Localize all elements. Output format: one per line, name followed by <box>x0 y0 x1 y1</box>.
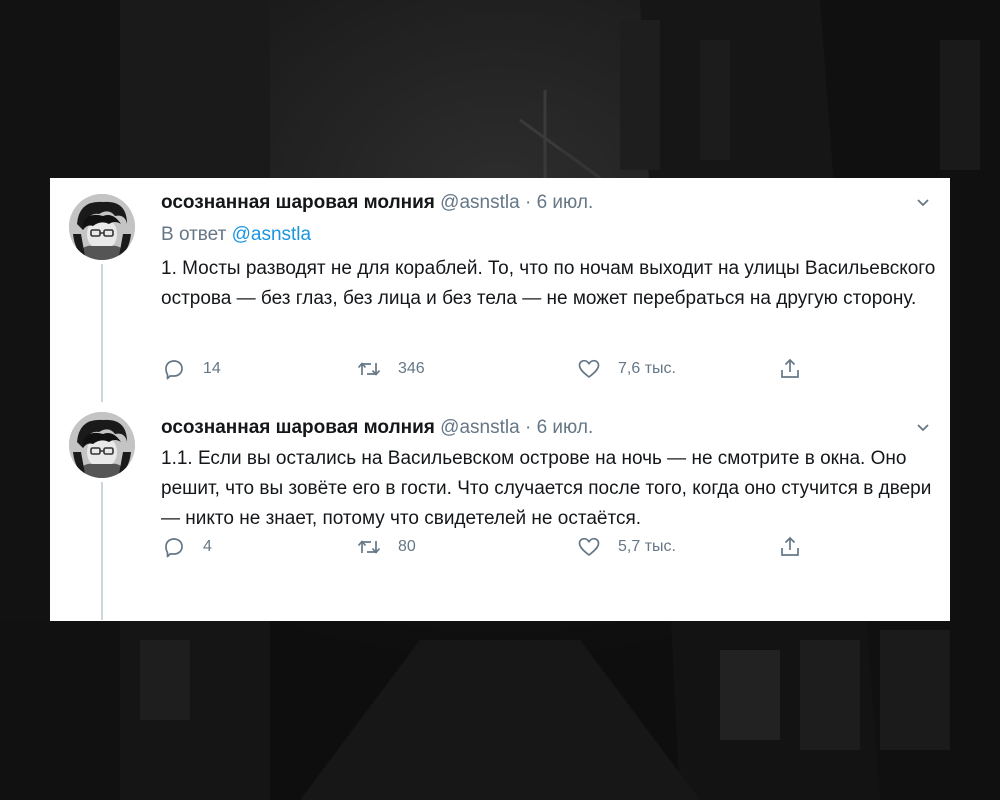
like-count: 5,7 тыс. <box>618 538 676 555</box>
tweet-header: осознанная шаровая молния @asnstla · 6 и… <box>161 190 921 216</box>
like-count: 7,6 тыс. <box>618 360 676 377</box>
share-icon <box>781 536 799 556</box>
tweet-header: осознанная шаровая молния @asnstla · 6 и… <box>161 415 921 441</box>
retweet-count: 80 <box>398 538 416 555</box>
separator: · <box>524 192 532 213</box>
retweet-icon <box>357 362 381 376</box>
heart-icon <box>578 537 600 556</box>
heart-icon <box>578 359 600 378</box>
tweet[interactable]: осознанная шаровая молния @asnstla · 6 и… <box>50 400 950 621</box>
tweet-actions: 4 80 5,7 тыс. <box>161 532 821 562</box>
reply-count: 4 <box>203 538 212 555</box>
share-button[interactable] <box>777 354 819 384</box>
author-name[interactable]: осознанная шаровая молния <box>161 417 435 438</box>
reply-button[interactable]: 14 <box>161 354 221 384</box>
separator: · <box>524 417 532 438</box>
share-button[interactable] <box>777 532 819 562</box>
retweet-count: 346 <box>398 360 425 377</box>
retweet-icon <box>357 540 381 554</box>
reply-icon <box>165 360 183 380</box>
reply-icon <box>165 538 183 558</box>
reply-context: В ответ @asnstla <box>161 222 311 248</box>
avatar-image <box>69 194 135 260</box>
avatar-image <box>69 412 135 478</box>
reply-mention-link[interactable]: @asnstla <box>232 224 312 245</box>
tweet-date[interactable]: 6 июл. <box>537 192 594 213</box>
tweet-actions: 14 346 7,6 тыс. <box>161 354 821 384</box>
author-handle[interactable]: @asnstla <box>440 192 520 213</box>
like-button[interactable]: 5,7 тыс. <box>576 532 676 562</box>
chevron-down-icon[interactable] <box>916 421 930 435</box>
tweet-text: 1. Мосты разводят не для кораблей. То, ч… <box>161 258 936 309</box>
reply-button[interactable]: 4 <box>161 532 212 562</box>
tweet[interactable]: осознанная шаровая молния @asnstla · 6 и… <box>50 178 950 402</box>
tweet-text: 1.1. Если вы остались на Васильевском ос… <box>161 448 932 529</box>
tweet-date[interactable]: 6 июл. <box>537 417 594 438</box>
like-button[interactable]: 7,6 тыс. <box>576 354 676 384</box>
avatar[interactable] <box>69 412 135 478</box>
author-handle[interactable]: @asnstla <box>440 417 520 438</box>
reply-count: 14 <box>203 360 221 377</box>
avatar[interactable] <box>69 194 135 260</box>
retweet-button[interactable]: 346 <box>356 354 425 384</box>
retweet-button[interactable]: 80 <box>356 532 416 562</box>
share-icon <box>781 358 799 378</box>
author-name[interactable]: осознанная шаровая молния <box>161 192 435 213</box>
thread-connector-line <box>101 482 103 620</box>
reply-prefix: В ответ <box>161 224 227 245</box>
chevron-down-icon[interactable] <box>916 196 930 210</box>
thread-connector-line <box>101 264 103 402</box>
tweet-thread-card: осознанная шаровая молния @asnstla · 6 и… <box>50 178 950 621</box>
